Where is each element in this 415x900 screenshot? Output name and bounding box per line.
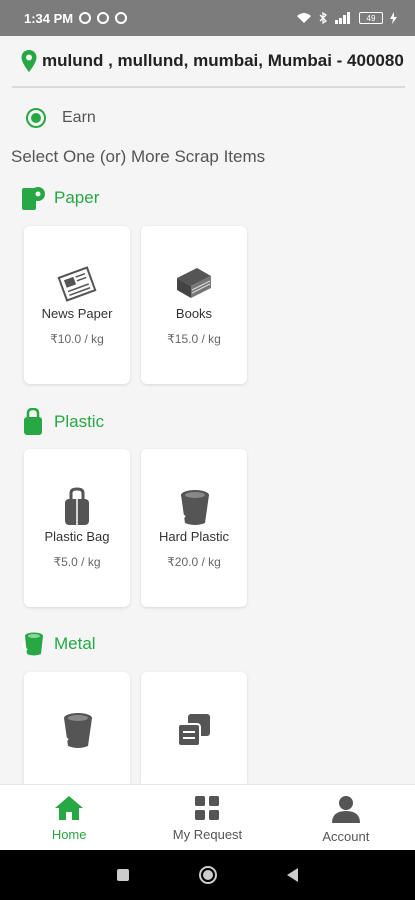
item-card-news-paper[interactable]: News Paper ₹10.0 / kg <box>24 226 130 384</box>
item-name: Plastic Bag <box>44 529 110 544</box>
paper-roll-icon <box>22 187 45 210</box>
earn-label: Earn <box>62 109 96 126</box>
address-bar[interactable]: mulund , mullund, mumbai, Mumbai - 40008… <box>0 36 415 86</box>
bucket-icon <box>177 490 209 525</box>
nav-home[interactable]: Home <box>0 785 138 850</box>
plastic-bag-icon <box>65 487 89 525</box>
status-left: 1:34 PM <box>24 10 128 26</box>
item-card-hard-plastic[interactable]: Hard Plastic ₹20.0 / kg <box>141 449 247 607</box>
recents-icon[interactable] <box>117 869 129 881</box>
home-icon <box>55 796 84 820</box>
item-price: ₹10.0 / kg <box>50 332 104 346</box>
radio-selected-dot <box>31 113 41 123</box>
bluetooth-icon <box>319 12 327 24</box>
category-label: Metal <box>54 634 96 653</box>
category-label: Plastic <box>54 412 105 431</box>
plastic-bag-icon <box>24 408 42 435</box>
person-icon <box>331 796 360 823</box>
stacked-squares-icon-wrap <box>141 710 247 750</box>
divider <box>12 86 405 88</box>
nav-label: Account <box>322 829 370 844</box>
earn-option[interactable]: Earn <box>26 108 96 128</box>
bucket-icon <box>22 632 43 656</box>
item-price: ₹5.0 / kg <box>53 555 101 569</box>
item-price: ₹20.0 / kg <box>167 555 221 569</box>
category-metal: Metal <box>20 631 96 657</box>
plastic-bag-icon-wrap <box>24 487 130 527</box>
signal-icon <box>335 12 350 24</box>
home-button-dot <box>203 870 213 880</box>
charging-icon <box>390 12 397 24</box>
battery-level: 49 <box>366 13 376 23</box>
address-text: mulund , mullund, mumbai, Mumbai - 40008… <box>42 51 404 70</box>
notification-icon <box>115 12 128 24</box>
system-navigation-bar <box>0 850 415 900</box>
grid-icon <box>195 796 220 820</box>
item-name: Hard Plastic <box>158 529 230 544</box>
stacked-squares-icon <box>177 714 210 747</box>
back-icon[interactable] <box>287 868 298 882</box>
nav-account[interactable]: Account <box>277 785 415 850</box>
location-pin-icon <box>21 50 37 72</box>
book-icon-wrap <box>141 264 247 304</box>
item-card-metal-2[interactable] <box>141 672 247 784</box>
nav-label: My Request <box>172 827 243 842</box>
status-right: 49 <box>296 12 397 24</box>
wifi-icon <box>297 13 311 23</box>
item-price: ₹15.0 / kg <box>167 332 221 346</box>
item-name: Books <box>175 306 213 321</box>
book-icon <box>177 268 211 298</box>
category-plastic: Plastic <box>20 408 104 436</box>
nav-label: Home <box>51 827 87 842</box>
nav-my-request[interactable]: My Request <box>138 785 276 850</box>
battery-icon: 49 <box>359 12 383 24</box>
item-card-books[interactable]: Books ₹15.0 / kg <box>141 226 247 384</box>
bottom-navigation: Home My Request Account <box>0 784 415 850</box>
bucket-icon-wrap <box>141 487 247 527</box>
settings-icon <box>79 12 92 24</box>
notification-icon <box>97 12 110 24</box>
item-card-metal-1[interactable] <box>24 672 130 784</box>
bucket-icon <box>60 713 92 748</box>
category-label: Paper <box>54 188 100 207</box>
newspaper-icon <box>57 266 97 302</box>
status-time: 1:34 PM <box>24 10 74 26</box>
bucket-icon-wrap <box>24 710 130 750</box>
home-button-icon[interactable] <box>199 866 217 884</box>
status-bar: 1:34 PM 49 <box>0 0 415 36</box>
newspaper-icon-wrap <box>24 264 130 304</box>
earn-radio[interactable] <box>26 108 46 128</box>
item-name: News Paper <box>41 306 113 321</box>
select-items-heading: Select One (or) More Scrap Items <box>11 147 266 166</box>
item-card-plastic-bag[interactable]: Plastic Bag ₹5.0 / kg <box>24 449 130 607</box>
category-paper: Paper <box>20 184 99 212</box>
